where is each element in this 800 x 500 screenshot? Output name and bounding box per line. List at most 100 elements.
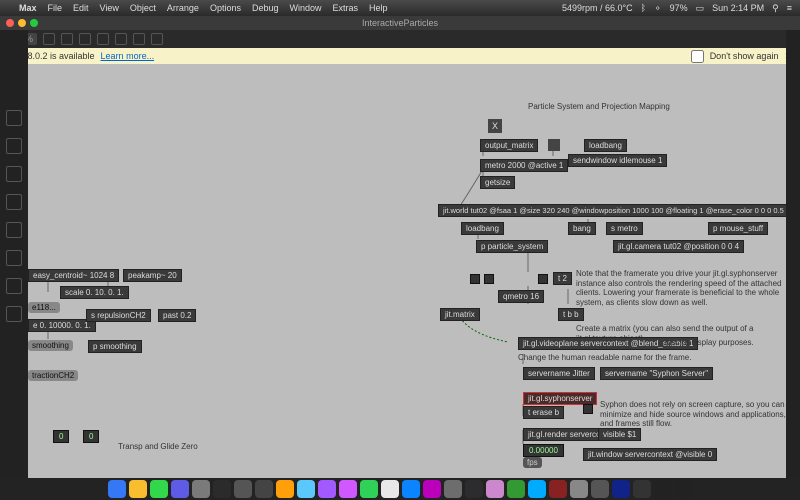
obj-scale[interactable]: scale 0. 10. 0. 1. <box>60 286 129 299</box>
palette-tool-icon[interactable] <box>6 222 22 238</box>
dock-app-icon[interactable] <box>171 480 189 498</box>
palette-tool-icon[interactable] <box>6 194 22 210</box>
menu-options[interactable]: Options <box>210 3 241 13</box>
msg-visible[interactable]: visible $1 <box>598 428 641 441</box>
dock-app-icon[interactable] <box>339 480 357 498</box>
menu-file[interactable]: File <box>48 3 63 13</box>
learn-more-link[interactable]: Learn more... <box>101 51 155 61</box>
dock-app-icon[interactable] <box>108 480 126 498</box>
dock-app-icon[interactable] <box>633 480 651 498</box>
toggle[interactable] <box>583 404 593 414</box>
fps-value[interactable]: 0.00000 <box>523 444 564 457</box>
close-window-icon[interactable] <box>6 19 14 27</box>
spotlight-icon[interactable]: ⚲ <box>772 3 779 14</box>
dock-app-icon[interactable] <box>129 480 147 498</box>
obj-eraseb[interactable]: t erase b <box>523 406 564 419</box>
fps-label[interactable]: fps <box>523 457 542 468</box>
obj-jitmatrix[interactable]: jit.matrix <box>440 308 480 321</box>
close-box[interactable]: X <box>488 119 502 133</box>
tool-icon[interactable] <box>97 33 109 45</box>
menu-icon[interactable]: ≡ <box>787 3 792 13</box>
dock-app-icon[interactable] <box>570 480 588 498</box>
obj-output-matrix[interactable]: output_matrix <box>480 139 538 152</box>
dock-app-icon[interactable] <box>507 480 525 498</box>
dock-app-icon[interactable] <box>654 480 672 498</box>
tool-icon[interactable] <box>133 33 145 45</box>
minimize-window-icon[interactable] <box>18 19 26 27</box>
patcher-canvas[interactable]: Particle System and Projection Mapping X… <box>28 64 786 478</box>
dock-app-icon[interactable] <box>402 480 420 498</box>
obj-jitcamera[interactable]: jit.gl.camera tut02 @position 0 0 4 <box>613 240 744 253</box>
toggle[interactable] <box>470 274 480 284</box>
palette-tool-icon[interactable] <box>6 250 22 266</box>
obj-metro[interactable]: metro 2000 @active 1 <box>480 159 568 172</box>
tool-icon[interactable] <box>61 33 73 45</box>
dock-app-icon[interactable] <box>192 480 210 498</box>
palette-tool-icon[interactable] <box>6 166 22 182</box>
obj-past[interactable]: past 0.2 <box>158 309 196 322</box>
obj-peakamp[interactable]: peakamp~ 20 <box>123 269 182 282</box>
dock-app-icon[interactable] <box>612 480 630 498</box>
sub-particle[interactable]: p particle_system <box>476 240 548 253</box>
bluetooth-icon[interactable]: ᛒ <box>641 3 646 13</box>
dock-app-icon[interactable] <box>486 480 504 498</box>
dock-app-icon[interactable] <box>591 480 609 498</box>
obj-t2[interactable]: t 2 <box>553 272 572 285</box>
battery-icon[interactable]: ▭ <box>696 3 705 14</box>
menu-extras[interactable]: Extras <box>333 3 359 13</box>
toggle[interactable] <box>484 274 494 284</box>
dock-app-icon[interactable] <box>528 480 546 498</box>
tool-icon[interactable] <box>115 33 127 45</box>
obj-smoothing[interactable]: smoothing <box>28 340 73 351</box>
toggle[interactable] <box>538 274 548 284</box>
dock-app-icon[interactable] <box>213 480 231 498</box>
obj-easy-centroid[interactable]: easy_centroid~ 1024 8 <box>28 269 119 282</box>
msg-bang[interactable]: bang <box>568 222 596 235</box>
obj-smetro[interactable]: s metro <box>606 222 643 235</box>
dock-app-icon[interactable] <box>360 480 378 498</box>
sub-mouse[interactable]: p mouse_stuff <box>708 222 768 235</box>
tool-icon[interactable] <box>151 33 163 45</box>
wifi-icon[interactable]: ⚬ <box>654 3 662 14</box>
menu-help[interactable]: Help <box>369 3 388 13</box>
dock-app-icon[interactable] <box>276 480 294 498</box>
tool-icon[interactable] <box>79 33 91 45</box>
dock-app-icon[interactable] <box>465 480 483 498</box>
dock-app-icon[interactable] <box>297 480 315 498</box>
msg-sendwindow[interactable]: sendwindow idlemouse 1 <box>568 154 667 167</box>
dock-app-icon[interactable] <box>549 480 567 498</box>
obj-qmetro[interactable]: qmetro 16 <box>498 290 544 303</box>
palette-tool-icon[interactable] <box>6 110 22 126</box>
toggle-box[interactable] <box>548 139 560 151</box>
menu-view[interactable]: View <box>100 3 119 13</box>
sub-smoothing[interactable]: p smoothing <box>88 340 142 353</box>
palette-tool-icon[interactable] <box>6 278 22 294</box>
menu-edit[interactable]: Edit <box>73 3 89 13</box>
palette-tool-icon[interactable] <box>6 306 22 322</box>
obj-jitworld[interactable]: jit.world tut02 @fsaa 1 @size 320 240 @w… <box>438 204 786 217</box>
menu-debug[interactable]: Debug <box>252 3 279 13</box>
obj-traction[interactable]: tractionCH2 <box>28 370 78 381</box>
dock-app-icon[interactable] <box>423 480 441 498</box>
dock-app-icon[interactable] <box>150 480 168 498</box>
dont-show-checkbox[interactable] <box>691 50 704 63</box>
dock-app-icon[interactable] <box>381 480 399 498</box>
dock-app-icon[interactable] <box>444 480 462 498</box>
dock-app-icon[interactable] <box>255 480 273 498</box>
zoom-window-icon[interactable] <box>30 19 38 27</box>
menu-window[interactable]: Window <box>290 3 322 13</box>
dock-app-icon[interactable] <box>318 480 336 498</box>
tool-icon[interactable] <box>43 33 55 45</box>
app-name[interactable]: Max <box>19 3 37 13</box>
obj-repulsion[interactable]: s repulsionCH2 <box>86 309 151 322</box>
obj-jitwindow[interactable]: jit.window servercontext @visible 0 <box>583 448 717 461</box>
menu-arrange[interactable]: Arrange <box>167 3 199 13</box>
palette-tool-icon[interactable] <box>6 138 22 154</box>
number-box[interactable]: 0 <box>83 430 99 443</box>
dock-app-icon[interactable] <box>675 480 693 498</box>
obj-tbb[interactable]: t b b <box>558 308 584 321</box>
msg-servername1[interactable]: servername Jitter <box>523 367 595 380</box>
msg-getsize[interactable]: getsize <box>480 176 515 189</box>
number-box[interactable]: 0 <box>53 430 69 443</box>
dock-app-icon[interactable] <box>234 480 252 498</box>
